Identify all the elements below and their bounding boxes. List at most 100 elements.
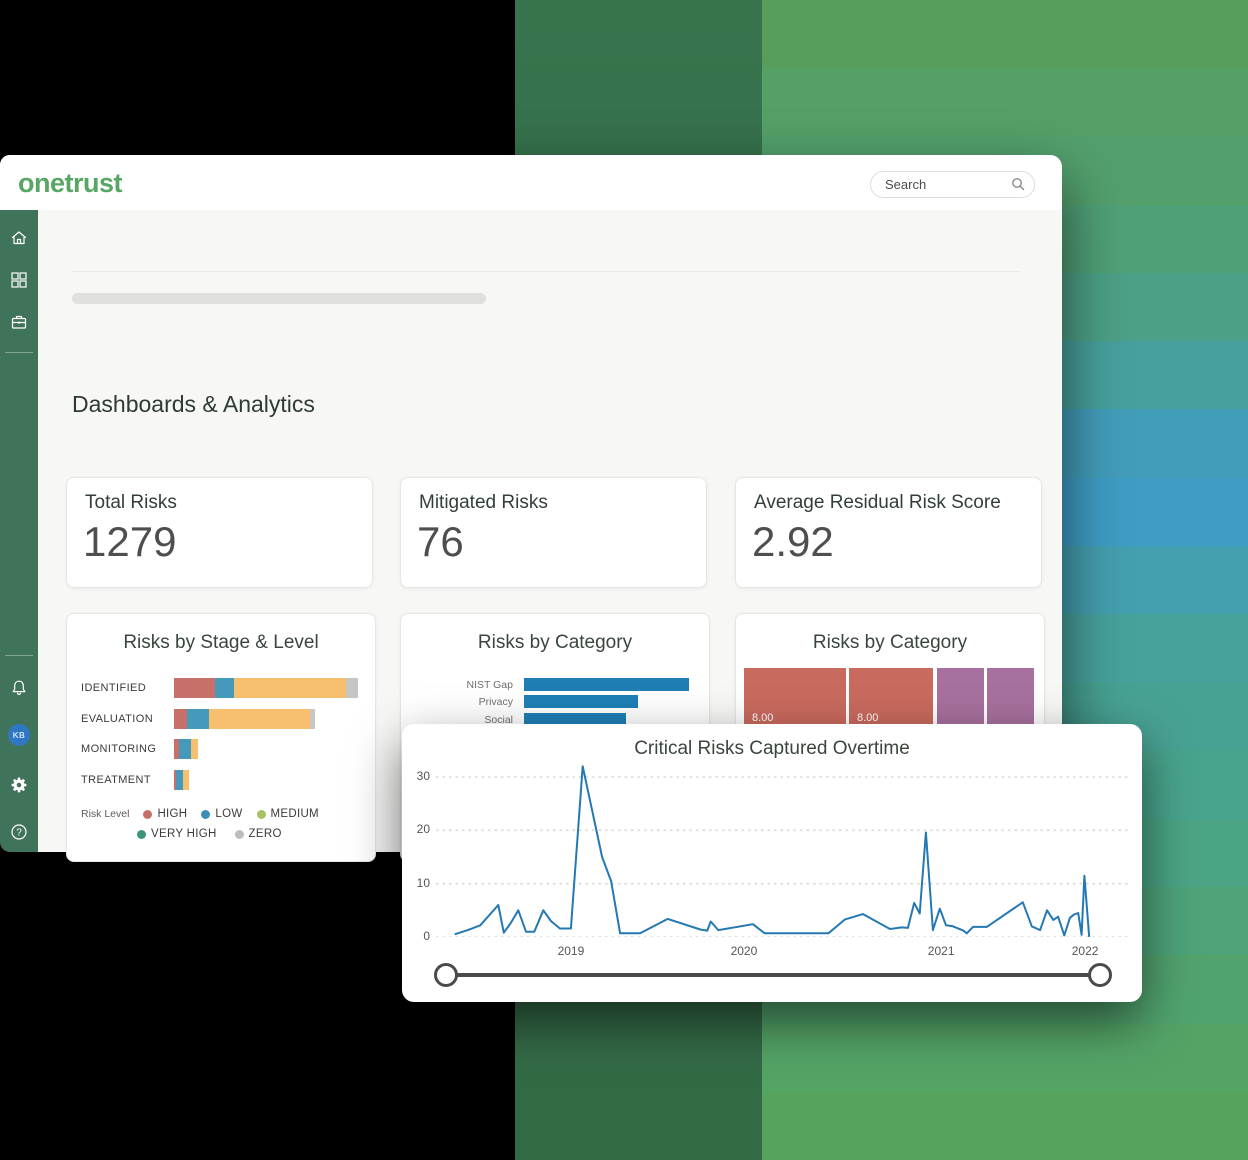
stage-bar-segment: [174, 678, 215, 698]
stat-card-total-risks: Total Risks 1279: [66, 477, 373, 588]
loading-bar: [72, 293, 486, 304]
stage-row: IDENTIFIED: [81, 678, 361, 698]
chart-card-stage-level: Risks by Stage & Level IDENTIFIED EVALUAT…: [66, 613, 376, 862]
stage-bar-segment: [174, 709, 187, 729]
legend-dot: [257, 810, 266, 819]
y-tick-label: 10: [404, 876, 430, 890]
svg-text:?: ?: [16, 828, 22, 839]
legend-item-label: LOW: [215, 808, 242, 820]
stage-bar: [174, 739, 198, 759]
line-chart-svg: [436, 762, 1128, 937]
category-row: Privacy: [401, 695, 711, 708]
stage-row-label: IDENTIFIED: [81, 682, 146, 694]
stage-bar: [174, 770, 189, 790]
category-label: Privacy: [479, 696, 513, 708]
stage-bar-segment: [191, 739, 198, 759]
x-tick-label: 2022: [1072, 944, 1099, 958]
gear-icon[interactable]: [9, 775, 29, 795]
bg-band: [762, 1024, 1248, 1092]
briefcase-icon[interactable]: [9, 312, 29, 332]
stage-bar-segment: [179, 739, 191, 759]
slider-handle-start[interactable]: [434, 963, 458, 987]
sidebar-nav: KB ?: [0, 210, 38, 852]
title-divider: [72, 271, 1020, 272]
sidebar-divider: [5, 655, 33, 656]
onetrust-logo: onetrust: [18, 168, 122, 199]
stage-bar-segment: [310, 709, 315, 729]
legend-dot: [137, 830, 146, 839]
stage-bar-segment: [176, 770, 183, 790]
chart-title: Critical Risks Captured Overtime: [402, 738, 1142, 760]
stat-label: Average Residual Risk Score: [754, 492, 1001, 514]
search-icon[interactable]: [1011, 177, 1025, 191]
y-tick-label: 30: [404, 769, 430, 783]
stage-bar: [174, 678, 358, 698]
stage-row-label: MONITORING: [81, 743, 156, 755]
stage-row-label: EVALUATION: [81, 713, 153, 725]
stat-value: 2.92: [752, 518, 834, 566]
sidebar-divider: [5, 352, 33, 353]
x-tick-label: 2021: [928, 944, 955, 958]
avatar-initials: KB: [13, 731, 26, 740]
stage-bar-segment: [183, 770, 189, 790]
treemap-cell-value: 8.00: [857, 712, 878, 724]
page-title: Dashboards & Analytics: [72, 391, 315, 418]
app-header: onetrust: [0, 155, 1062, 210]
legend-item-label: ZERO: [249, 828, 282, 840]
line-series: [455, 766, 1089, 937]
stage-bar-segment: [215, 678, 234, 698]
treemap-cell-value: 8.00: [752, 712, 773, 724]
stat-label: Mitigated Risks: [419, 492, 548, 514]
stat-value: 1279: [83, 518, 176, 566]
legend-caption: Risk Level: [81, 808, 129, 820]
legend-row-2: VERY HIGH ZERO: [137, 828, 282, 840]
avatar[interactable]: KB: [8, 724, 30, 746]
stage-row: TREATMENT: [81, 770, 361, 790]
stat-label: Total Risks: [85, 492, 177, 514]
stage-row: MONITORING: [81, 739, 361, 759]
home-icon[interactable]: [9, 228, 29, 248]
legend-item: HIGH: [143, 808, 187, 820]
time-range-slider-track[interactable]: [446, 973, 1100, 977]
chart-title: Risks by Category: [736, 632, 1044, 654]
line-plot-area: [436, 762, 1128, 937]
bg-band: [762, 68, 1248, 136]
chart-title: Risks by Stage & Level: [67, 632, 375, 654]
category-label: NIST Gap: [467, 679, 514, 691]
category-row: NIST Gap: [401, 678, 711, 691]
stat-value: 76: [417, 518, 464, 566]
legend-item: LOW: [201, 808, 242, 820]
search-box: [870, 171, 1035, 198]
stage-bar-segment: [187, 709, 209, 729]
x-tick-label: 2019: [558, 944, 585, 958]
stage-bar: [174, 709, 315, 729]
bell-icon[interactable]: [9, 678, 29, 698]
legend-item-label: VERY HIGH: [151, 828, 217, 840]
stat-card-mitigated-risks: Mitigated Risks 76: [400, 477, 707, 588]
treemap-cell: 8.00: [849, 668, 933, 730]
legend-item: VERY HIGH: [137, 828, 217, 840]
stage-row-label: TREATMENT: [81, 774, 151, 786]
y-tick-label: 20: [404, 822, 430, 836]
stage-bar-segment: [234, 678, 346, 698]
stage-row: EVALUATION: [81, 709, 361, 729]
chart-title: Risks by Category: [401, 632, 709, 654]
treemap-cell: 8.00: [744, 668, 846, 730]
legend-dot: [143, 810, 152, 819]
legend-row-1: Risk Level HIGH LOW MEDIUM: [81, 808, 319, 820]
y-tick-label: 0: [404, 929, 430, 943]
stat-card-avg-residual-risk: Average Residual Risk Score 2.92: [735, 477, 1042, 588]
legend-item: ZERO: [235, 828, 282, 840]
category-bar: [524, 678, 689, 691]
x-tick-label: 2020: [731, 944, 758, 958]
bg-band: [762, 1092, 1248, 1160]
category-bar: [524, 695, 638, 708]
stage-bar-segment: [346, 678, 358, 698]
legend-item: MEDIUM: [257, 808, 319, 820]
help-icon[interactable]: ?: [9, 822, 29, 842]
dashboard-grid-icon[interactable]: [9, 270, 29, 290]
legend-item-label: MEDIUM: [271, 808, 319, 820]
line-chart-card: Critical Risks Captured Overtime 30 20 10 0…: [402, 724, 1142, 1002]
slider-handle-end[interactable]: [1088, 963, 1112, 987]
legend-item-label: HIGH: [157, 808, 187, 820]
